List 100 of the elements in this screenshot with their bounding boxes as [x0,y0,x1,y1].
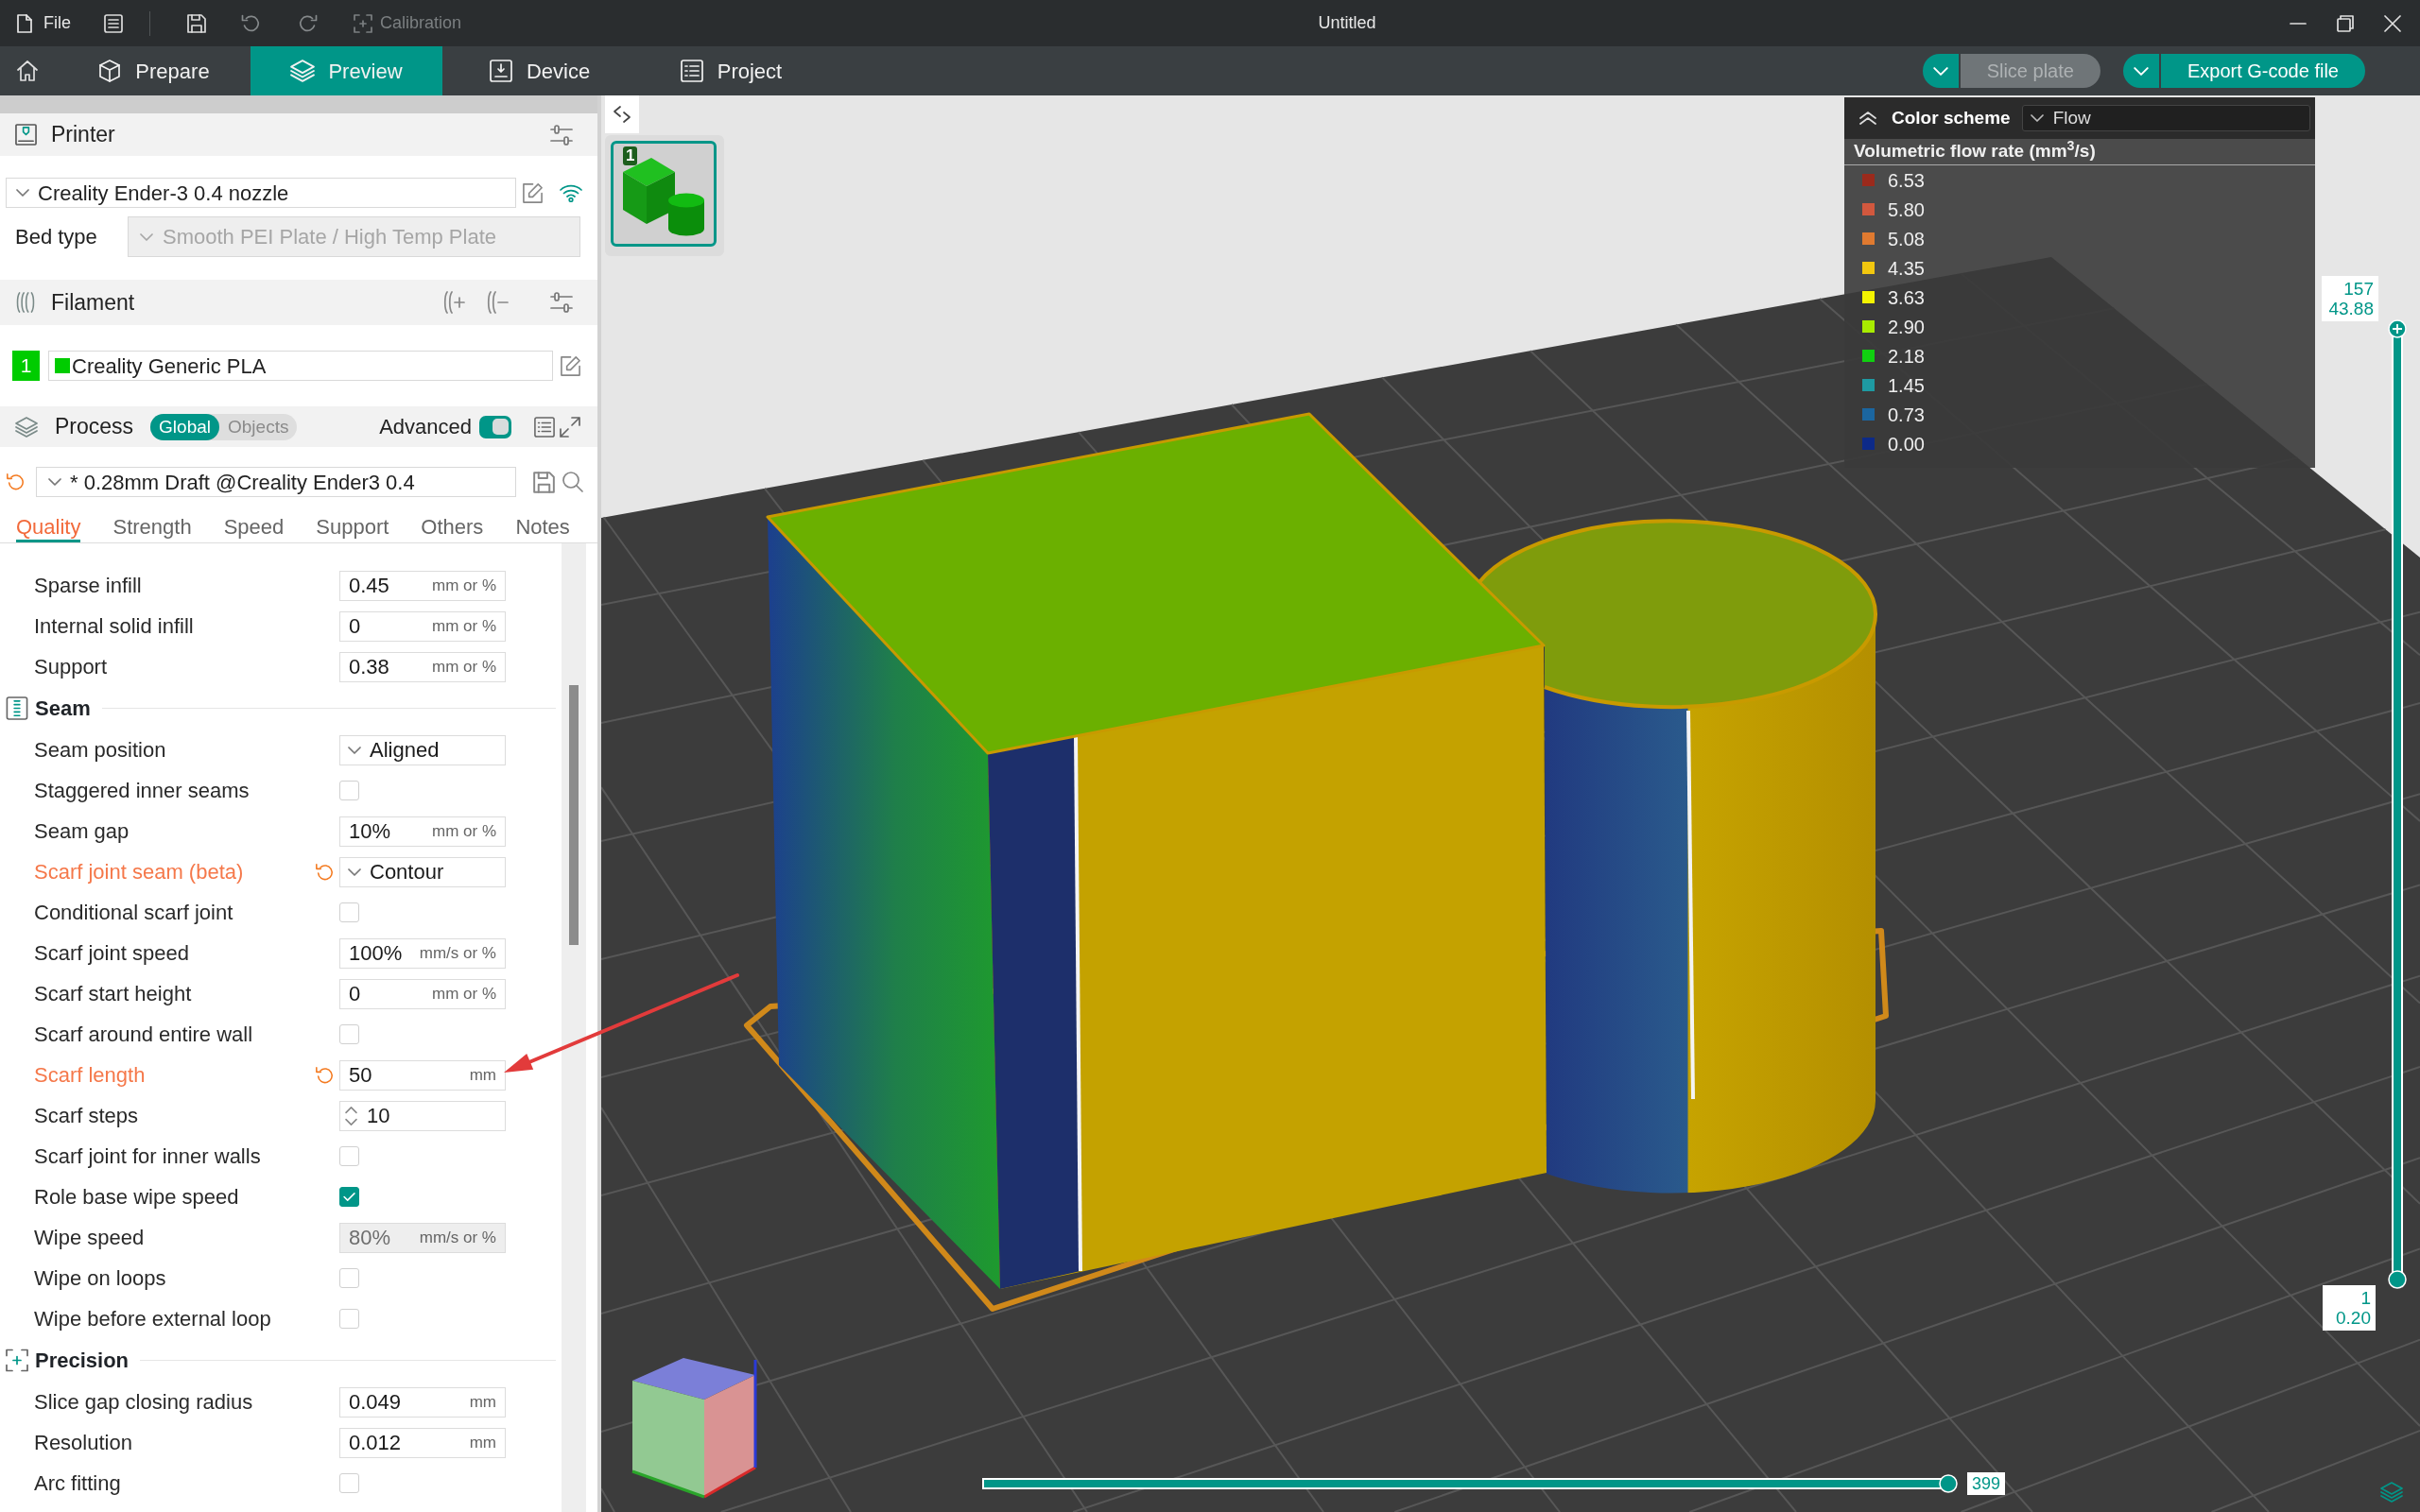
setting-label: Wipe on loops [34,1265,167,1292]
unit-label: mm/s or % [419,1227,496,1248]
scrollbar-thumb[interactable] [569,685,579,945]
caret-icon [348,746,361,754]
search-icon[interactable] [562,472,583,492]
legend-value: 0.73 [1888,403,1925,427]
minimize-icon[interactable] [2290,22,2307,25]
tab[interactable]: Notes [515,514,570,542]
input-field[interactable]: 10% mm or % [339,816,506,847]
cube-model[interactable] [766,412,1547,1289]
dropdown[interactable]: Contour [339,856,506,887]
dropdown-button[interactable] [2122,54,2159,88]
wifi-icon[interactable] [560,183,582,202]
slider-thumb[interactable] [2388,1270,2407,1289]
layer-slider-track[interactable] [2388,319,2407,1289]
field-value: 0 [349,981,361,1007]
input-field[interactable]: 0.012 mm [339,1427,506,1458]
caret-icon [2133,66,2149,76]
tab[interactable]: Others [421,514,484,542]
checkbox[interactable] [339,1268,359,1288]
plate-thumbnail[interactable]: 1 [611,141,717,247]
tab[interactable]: Project [636,46,825,95]
field-label: Bed type [14,224,98,250]
document-icon [17,13,32,33]
unit-label: mm [469,1391,496,1413]
checkbox[interactable] [339,781,359,800]
slider-thumb[interactable] [2388,319,2407,338]
checkbox[interactable] [339,1146,359,1166]
legend-value: 2.90 [1888,315,1925,339]
dropdown-button[interactable] [1922,54,1959,88]
spool-plus-icon[interactable] [442,291,465,314]
tab[interactable]: Device [442,46,636,95]
tab[interactable]: Strength [112,514,192,542]
process-dropdown[interactable]: * 0.28mm Draft @Creality Ender3 0.4 [36,467,516,497]
undo-icon[interactable] [241,13,260,33]
input-field[interactable]: 100% mm/s or % [339,937,506,969]
setting-label: Scarf steps [34,1103,140,1129]
spool-minus-icon[interactable] [486,291,509,314]
input-field[interactable]: 0 mm or % [339,978,506,1009]
setting-label: Resolution [34,1430,133,1456]
toggle-label: Advanced [379,414,472,440]
diagonal-arrows-icon[interactable] [559,415,581,438]
input-field[interactable]: 0.45 mm or % [339,570,506,601]
window-title: Untitled [1318,12,1376,34]
spin-field[interactable]: 10 [339,1100,506,1131]
unit-label: mm/s or % [419,942,496,964]
reset-icon[interactable] [6,472,25,491]
tab[interactable]: Prepare [57,46,251,95]
field-value: 0.38 [349,654,389,680]
setting-label: Scarf joint speed [34,940,190,967]
segment-option[interactable]: Global [150,413,219,440]
file-menu[interactable]: File [17,10,71,36]
legend-value: 6.53 [1888,168,1925,193]
printer-dropdown[interactable]: Creality Ender-3 0.4 nozzle [6,178,516,208]
setting-label: Support [34,654,109,680]
checkbox[interactable] [339,1024,359,1044]
layer-height: 43.88 [2328,299,2374,318]
reset-icon[interactable] [315,862,334,882]
edit-icon[interactable] [560,354,581,377]
export-button[interactable]: Export G-code file [2160,54,2365,88]
reset-icon[interactable] [315,1065,334,1085]
tab[interactable]: Speed [223,514,285,542]
caret-icon [1932,66,1948,76]
checkbox[interactable] [339,1473,359,1493]
checklist-icon[interactable] [534,416,555,438]
setting-label: Sparse infill [34,573,143,599]
tab[interactable]: Support [316,514,389,542]
list-icon [679,60,704,82]
cylinder-model[interactable] [1478,519,1877,1194]
field-value: 0 [349,613,361,640]
input-field[interactable]: 0 mm or % [339,610,506,642]
redo-icon[interactable] [299,13,318,33]
spool-icon [15,290,36,315]
filament-dropdown[interactable]: Creality Generic PLA [48,351,553,381]
unit-label: mm or % [432,615,496,637]
legend-value: 1.45 [1888,373,1925,398]
setting-label: Role base wipe speed [34,1184,240,1211]
checkbox[interactable] [339,902,359,922]
scheme-dropdown[interactable]: Flow [2021,105,2310,131]
sliders-icon[interactable] [550,292,573,313]
input-field[interactable]: 0.049 mm [339,1386,506,1418]
layers-icon[interactable] [2380,1482,2403,1503]
close-icon[interactable] [2384,14,2401,32]
edit-icon[interactable] [522,181,544,204]
dropdown[interactable]: Aligned [339,734,506,765]
input-field[interactable]: 50 mm [339,1059,506,1091]
slider-thumb[interactable] [1939,1474,1958,1493]
toggle-switch[interactable] [479,415,511,438]
checkbox[interactable] [339,1187,359,1207]
move-slider-label: 399 [1967,1472,2006,1495]
checkbox[interactable] [339,1309,359,1329]
restore-icon[interactable] [2337,14,2354,32]
list-icon[interactable] [104,13,123,33]
spin-arrows-icon[interactable] [345,1106,357,1125]
field-value: 80% [349,1225,391,1251]
sliders-icon[interactable] [550,124,573,146]
collapse-button[interactable] [605,95,639,133]
input-field[interactable]: 0.38 mm or % [339,651,506,682]
home-icon[interactable] [17,60,38,81]
double-chevron-icon[interactable] [1858,112,1877,125]
